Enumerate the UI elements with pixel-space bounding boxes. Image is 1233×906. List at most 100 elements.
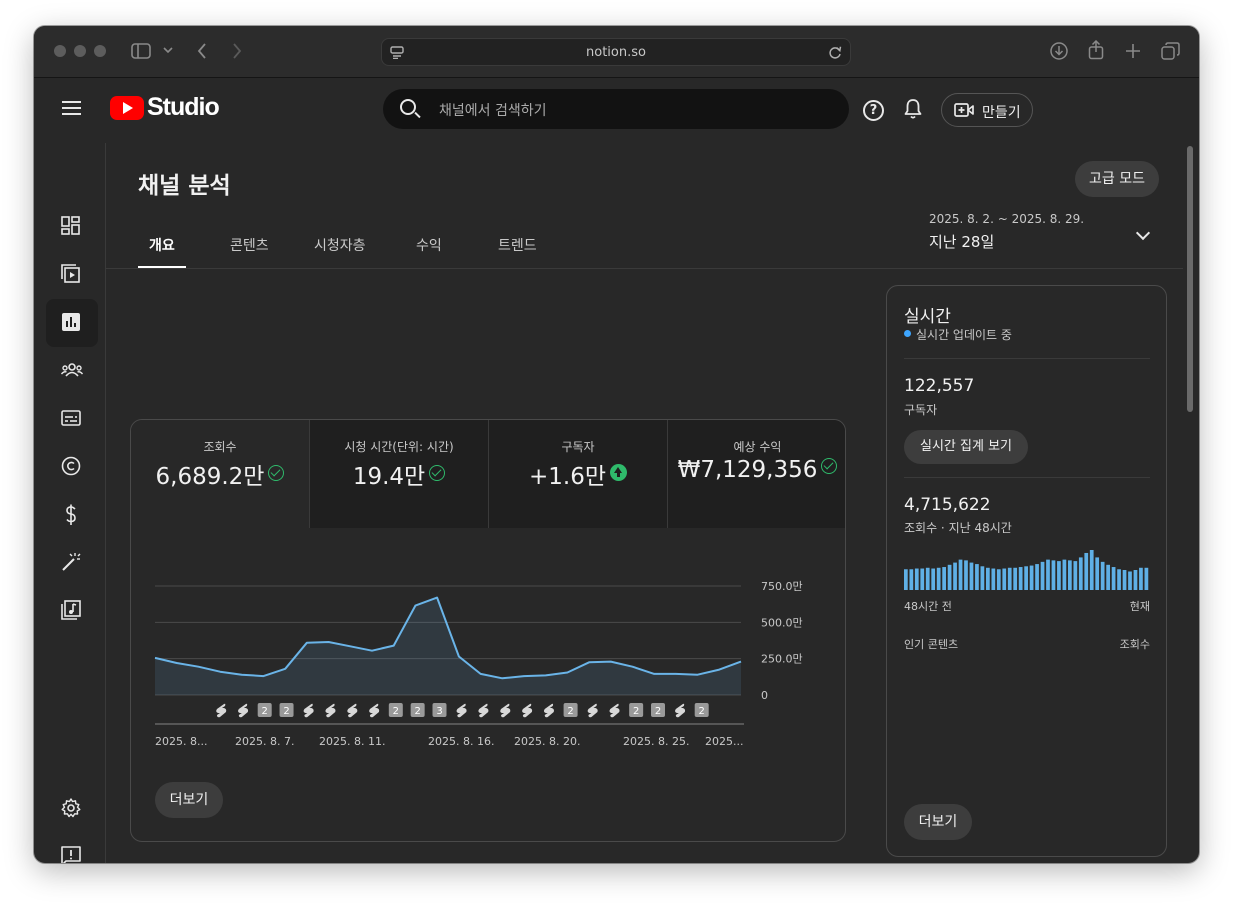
tab-audience[interactable]: 시청자층 xyxy=(314,235,366,255)
tab-revenue[interactable]: 수익 xyxy=(416,235,442,255)
check-icon xyxy=(429,465,446,481)
bell-icon[interactable] xyxy=(904,98,922,120)
realtime-bar xyxy=(991,568,996,590)
metric-value-text: 6,689.2만 xyxy=(155,464,265,490)
forward-icon[interactable] xyxy=(232,43,242,59)
minimize-window-button[interactable] xyxy=(74,45,86,57)
check-icon xyxy=(821,458,838,474)
nav-feedback[interactable] xyxy=(46,833,98,863)
new-tab-icon[interactable] xyxy=(1125,43,1141,59)
x-tick-label: 2025. 8. 16. xyxy=(428,735,494,748)
divider xyxy=(904,358,1150,359)
arrow-up-icon xyxy=(610,464,627,481)
nav-content[interactable] xyxy=(46,251,98,299)
video-marker-count: 2 xyxy=(393,706,399,717)
shorts-marker-icon xyxy=(543,703,554,718)
metric-views[interactable]: 조회수 6,689.2만 xyxy=(131,420,310,528)
y-tick-label: 750.0만 xyxy=(761,580,803,593)
realtime-bar xyxy=(969,562,974,590)
download-icon[interactable] xyxy=(1050,42,1068,60)
date-range[interactable]: 2025. 8. 2. ~ 2025. 8. 29. xyxy=(929,212,1084,226)
realtime-bar-chart[interactable] xyxy=(904,548,1150,590)
x-tick-label: 2025. 8. 25. xyxy=(623,735,689,748)
close-window-button[interactable] xyxy=(54,45,66,57)
realtime-bar xyxy=(914,568,919,590)
nav-settings[interactable] xyxy=(46,785,98,833)
nav-copyright[interactable] xyxy=(46,443,98,491)
create-button[interactable]: 만들기 xyxy=(941,93,1033,127)
tab-trends[interactable]: 트렌드 xyxy=(498,235,537,255)
realtime-subscribers: 122,557 xyxy=(904,376,975,396)
realtime-bar xyxy=(909,569,914,590)
left-nav xyxy=(34,143,106,863)
realtime-bar xyxy=(1013,567,1018,590)
x-tick-label: 2025... xyxy=(705,735,743,748)
audio-library-icon xyxy=(61,600,81,620)
metric-label: 예상 수익 xyxy=(733,440,782,454)
nav-subtitles[interactable] xyxy=(46,395,98,443)
feedback-icon xyxy=(61,846,81,863)
scrollbar[interactable] xyxy=(1187,146,1193,412)
nav-analytics[interactable] xyxy=(46,299,98,347)
search-placeholder: 채널에서 검색하기 xyxy=(439,103,547,119)
search-icon[interactable] xyxy=(400,99,416,115)
zoom-window-button[interactable] xyxy=(94,45,106,57)
metric-value: 6,689.2만 xyxy=(131,457,309,491)
realtime-see-more-button[interactable]: 더보기 xyxy=(904,804,972,840)
realtime-bar xyxy=(953,562,957,590)
metric-watch-time[interactable]: 시청 시간(단위: 시간) 19.4만 xyxy=(310,420,489,528)
shorts-marker-icon xyxy=(303,703,314,718)
metrics-card: 조회수 6,689.2만 시청 시간(단위: 시간) 19.4만 구독자 +1.… xyxy=(130,419,846,842)
reload-icon[interactable] xyxy=(828,46,842,60)
realtime-bar xyxy=(1089,550,1094,590)
nav-audio-library[interactable] xyxy=(46,587,98,635)
share-icon[interactable] xyxy=(1088,40,1104,60)
url-text: notion.so xyxy=(586,45,646,60)
nav-community[interactable] xyxy=(46,347,98,395)
metric-label: 구독자 xyxy=(561,440,595,454)
x-tick-label: 2025. 8. 7. xyxy=(235,735,294,748)
chevron-down-icon[interactable] xyxy=(1135,225,1151,241)
nav-earn[interactable] xyxy=(46,491,98,539)
realtime-bar xyxy=(920,568,925,590)
views-chart[interactable]: 750.0만 500.0만 250.0만 0 2 2 2 2 3 2 2 2 2 2025. 8... 20… xyxy=(131,528,845,763)
realtime-bar xyxy=(1035,564,1039,590)
see-more-button[interactable]: 더보기 xyxy=(155,782,223,818)
realtime-view-button[interactable]: 실시간 집계 보기 xyxy=(904,430,1028,464)
youtube-logo-icon[interactable] xyxy=(110,96,144,120)
realtime-bar xyxy=(925,567,930,590)
date-period-label[interactable]: 지난 28일 xyxy=(929,231,994,252)
sidebar-toggle-icon[interactable] xyxy=(131,43,151,59)
y-tick-label: 500.0만 xyxy=(761,616,803,629)
realtime-bar xyxy=(1144,567,1149,590)
realtime-bar xyxy=(1024,566,1028,590)
content-icon xyxy=(61,264,80,283)
realtime-title: 실시간 xyxy=(904,307,951,327)
studio-header: Studio 채널에서 검색하기 ? 만들기 xyxy=(34,79,1199,143)
tab-content[interactable]: 콘텐츠 xyxy=(230,235,269,255)
metric-label: 조회수 xyxy=(203,440,237,454)
realtime-bar xyxy=(1046,559,1050,590)
url-field[interactable]: notion.so xyxy=(381,38,851,66)
tab-overview-icon[interactable] xyxy=(1161,42,1180,60)
nav-dashboard[interactable] xyxy=(46,203,98,251)
tab-overview[interactable]: 개요 xyxy=(149,235,175,255)
studio-logo-text[interactable]: Studio xyxy=(147,93,220,122)
metric-value: +1.6만 xyxy=(489,457,667,491)
menu-icon[interactable] xyxy=(62,101,81,115)
nav-customization[interactable] xyxy=(46,539,98,587)
create-video-icon xyxy=(954,103,974,117)
metric-value: ₩7,129,356 xyxy=(668,457,845,483)
help-icon[interactable]: ? xyxy=(863,100,884,121)
x-tick-label: 2025. 8. 20. xyxy=(514,735,580,748)
tabs-divider xyxy=(106,268,1183,269)
advanced-mode-button[interactable]: 고급 모드 xyxy=(1075,161,1159,197)
search-input[interactable]: 채널에서 검색하기 xyxy=(383,89,849,129)
metric-revenue[interactable]: 예상 수익 ₩7,129,356 xyxy=(668,420,845,528)
shorts-marker-icon xyxy=(216,703,227,718)
back-icon[interactable] xyxy=(197,43,207,59)
metric-subscribers[interactable]: 구독자 +1.6만 xyxy=(489,420,668,528)
chevron-down-icon[interactable] xyxy=(163,47,173,55)
video-marker-count: 2 xyxy=(414,706,420,717)
shorts-marker-icon xyxy=(500,703,511,718)
